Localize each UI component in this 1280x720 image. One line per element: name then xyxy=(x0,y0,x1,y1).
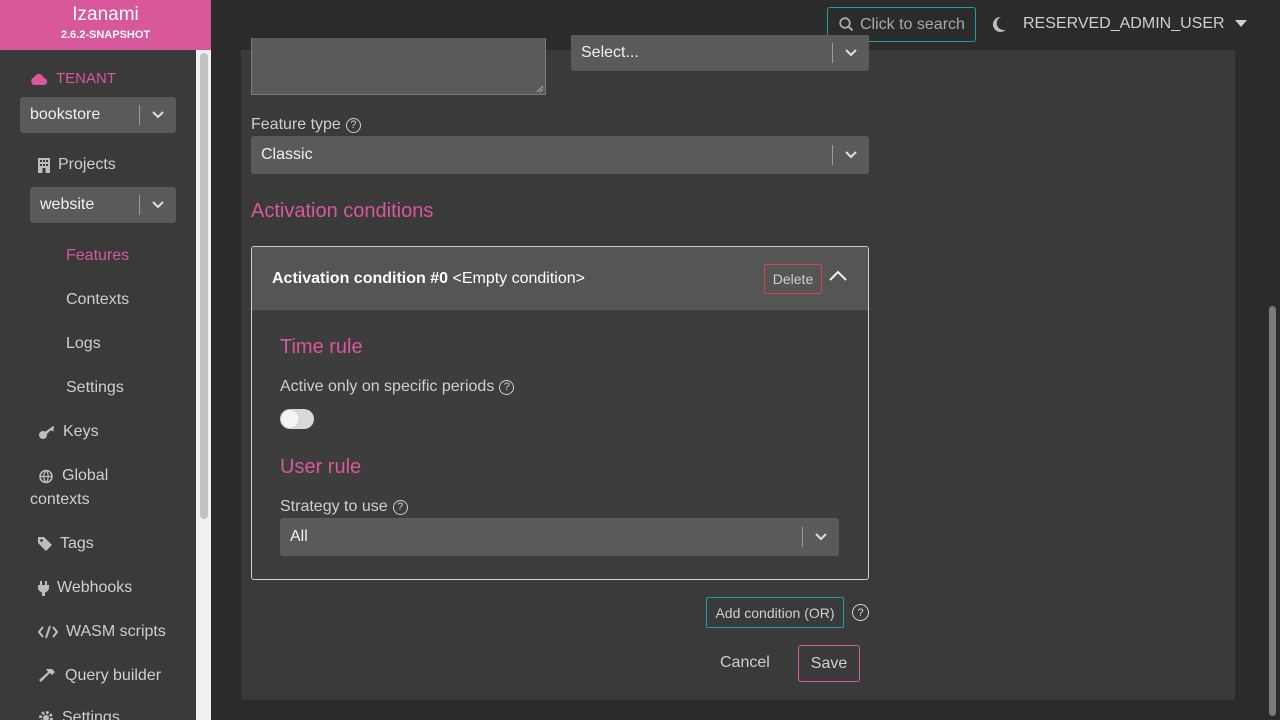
globe-network-icon xyxy=(39,469,53,483)
active-periods-label: Active only on specific periods ? xyxy=(280,378,515,396)
code-icon xyxy=(38,625,58,639)
user-rule-title: User rule xyxy=(280,456,362,478)
sidebar: TENANT bookstore Projects website Featur… xyxy=(0,50,196,720)
help-icon[interactable]: ? xyxy=(852,604,869,621)
chevron-down-icon[interactable] xyxy=(833,49,869,57)
key-icon xyxy=(39,425,55,439)
add-condition-button[interactable]: Add condition (OR) xyxy=(706,597,844,628)
strategy-select[interactable]: All xyxy=(280,518,839,556)
sidebar-scrollbar-thumb[interactable] xyxy=(200,53,208,519)
resize-handle-icon xyxy=(536,85,544,93)
sidebar-item-project-settings[interactable]: Settings xyxy=(66,379,124,397)
condition-title-summary: <Empty condition> xyxy=(452,270,585,287)
feature-type-text: Feature type xyxy=(251,116,341,133)
cloud-icon xyxy=(31,73,48,85)
app-version: 2.6.2-SNAPSHOT xyxy=(60,29,151,41)
sidebar-item-label: Keys xyxy=(63,423,99,440)
chevron-down-icon[interactable] xyxy=(833,151,869,159)
chevron-down-icon[interactable] xyxy=(803,533,839,541)
sidebar-item-features[interactable]: Features xyxy=(66,247,129,265)
user-menu[interactable]: RESERVED_ADMIN_USER xyxy=(1023,15,1247,33)
user-name: RESERVED_ADMIN_USER xyxy=(1023,15,1225,32)
search-icon xyxy=(839,17,854,32)
feature-type-value: Classic xyxy=(261,146,313,163)
toggle-knob xyxy=(281,410,299,428)
chevron-up-icon[interactable] xyxy=(829,270,847,281)
active-periods-text: Active only on specific periods xyxy=(280,378,495,395)
strategy-text: Strategy to use xyxy=(280,498,388,515)
sidebar-item-label: Webhooks xyxy=(57,579,133,596)
sidebar-item-settings[interactable]: Settings xyxy=(38,709,120,720)
sidebar-item-global-contexts-line2[interactable]: contexts xyxy=(30,491,90,509)
sidebar-item-tags[interactable]: Tags xyxy=(38,535,94,553)
sidebar-item-label: Global xyxy=(62,467,109,484)
delete-condition-button[interactable]: Delete xyxy=(764,264,822,294)
strategy-label: Strategy to use ? xyxy=(280,498,408,516)
gear-icon xyxy=(39,711,53,720)
activation-conditions-title: Activation conditions xyxy=(251,200,434,222)
project-select[interactable]: website xyxy=(30,187,176,223)
sidebar-item-label: Query builder xyxy=(65,667,162,684)
building-icon xyxy=(38,157,50,173)
moon-icon[interactable] xyxy=(991,16,1007,33)
strategy-value: All xyxy=(290,528,308,545)
tag-icon xyxy=(38,537,52,551)
search-label: Click to search xyxy=(860,15,965,33)
brand-logo[interactable]: Izanami 2.6.2-SNAPSHOT xyxy=(0,0,211,50)
top-select-value: Select... xyxy=(581,44,639,61)
help-icon[interactable]: ? xyxy=(392,499,408,515)
feature-type-label: Feature type ? xyxy=(251,116,361,134)
tenant-select[interactable]: bookstore xyxy=(20,97,176,133)
sidebar-item-wasm-scripts[interactable]: WASM scripts xyxy=(38,623,166,641)
app-name: Izanami xyxy=(72,4,139,25)
sidebar-item-label: Settings xyxy=(62,709,120,720)
page-scrollbar-thumb[interactable] xyxy=(1269,306,1276,716)
project-value: website xyxy=(40,196,95,213)
sidebar-item-global-contexts[interactable]: Global xyxy=(38,467,108,485)
hammer-icon xyxy=(39,669,55,682)
sidebar-item-keys[interactable]: Keys xyxy=(38,423,99,441)
sidebar-item-query-builder[interactable]: Query builder xyxy=(38,667,161,685)
tenant-label: TENANT xyxy=(56,70,116,87)
chevron-down-icon[interactable] xyxy=(140,111,176,119)
tenant-header: TENANT xyxy=(30,70,116,87)
sidebar-item-contexts[interactable]: Contexts xyxy=(66,291,129,309)
save-button[interactable]: Save xyxy=(798,645,860,682)
plug-icon xyxy=(38,580,49,596)
sidebar-item-projects[interactable]: Projects xyxy=(38,156,116,174)
description-textarea[interactable] xyxy=(251,38,546,95)
condition-header[interactable]: Activation condition #0 <Empty condition… xyxy=(252,247,868,310)
help-icon[interactable]: ? xyxy=(345,117,361,133)
condition-title-number: Activation condition #0 xyxy=(272,270,449,287)
help-icon[interactable]: ? xyxy=(499,379,515,395)
sidebar-item-label: Projects xyxy=(58,156,116,173)
condition-title: Activation condition #0 <Empty condition… xyxy=(272,270,585,288)
sidebar-item-logs[interactable]: Logs xyxy=(66,335,101,353)
feature-type-select[interactable]: Classic xyxy=(251,136,869,174)
sidebar-item-label: contexts xyxy=(30,491,90,508)
top-select[interactable]: Select... xyxy=(571,35,869,71)
sidebar-item-label: Tags xyxy=(60,535,94,552)
chevron-down-icon[interactable] xyxy=(140,201,176,209)
active-periods-toggle[interactable] xyxy=(280,409,314,429)
cancel-button[interactable]: Cancel xyxy=(720,654,770,672)
time-rule-title: Time rule xyxy=(280,336,363,358)
caret-down-icon xyxy=(1234,20,1247,27)
tenant-value: bookstore xyxy=(30,106,101,123)
sidebar-item-label: WASM scripts xyxy=(66,623,166,640)
sidebar-item-webhooks[interactable]: Webhooks xyxy=(38,579,132,597)
